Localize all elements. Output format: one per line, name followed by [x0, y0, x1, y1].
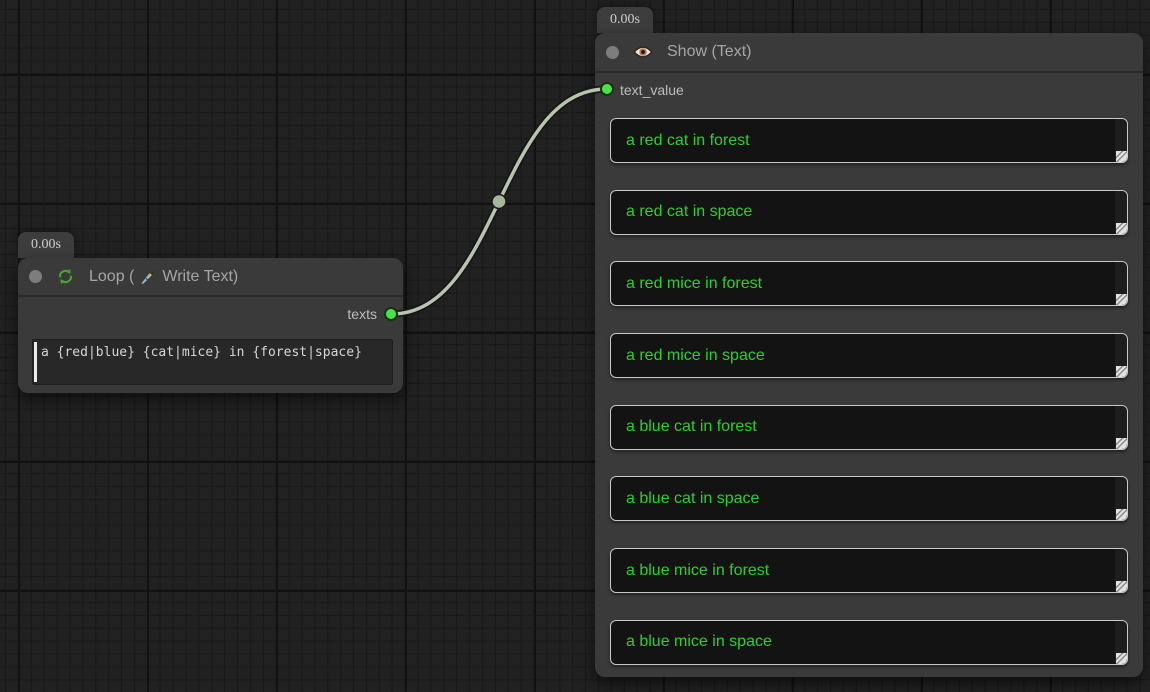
resize-grip-icon[interactable] — [1116, 653, 1127, 664]
node-status-dot[interactable] — [29, 270, 42, 283]
texts-to-text-value-wire[interactable] — [391, 89, 607, 314]
text-output-box[interactable]: a red mice in forest — [610, 261, 1128, 306]
output-text: a blue mice in space — [626, 633, 772, 651]
text-output-box[interactable]: a blue cat in space — [610, 476, 1128, 521]
resize-grip-icon[interactable] — [1116, 509, 1127, 520]
text-output-box[interactable]: a red cat in forest — [610, 118, 1128, 163]
output-text: a red cat in space — [626, 203, 752, 221]
output-text: a red mice in forest — [626, 275, 762, 293]
text-output-box[interactable]: a red cat in space — [610, 190, 1128, 235]
resize-grip-icon[interactable] — [1116, 294, 1127, 305]
output-text: a blue cat in forest — [626, 418, 757, 436]
show-node-title: Show (Text) — [667, 43, 751, 61]
text-caret — [34, 342, 37, 382]
eye-icon — [633, 45, 653, 59]
show-node-timing-badge: 0.00s — [597, 7, 653, 33]
text-value-input-label: text_value — [620, 82, 684, 98]
output-text: a red cat in forest — [626, 132, 750, 150]
resize-grip-icon[interactable] — [1116, 366, 1127, 377]
output-text: a blue mice in forest — [626, 562, 769, 580]
text-output-box[interactable]: a blue mice in space — [610, 620, 1128, 665]
resize-grip-icon[interactable] — [1116, 223, 1127, 234]
text-output-box[interactable]: a red mice in space — [610, 333, 1128, 378]
fountain-pen-icon — [140, 269, 156, 285]
loop-write-text-node[interactable]: Loop ( Write Text) texts a {red|blue} {c… — [18, 258, 403, 393]
node-status-dot[interactable] — [606, 46, 619, 59]
resize-grip-icon[interactable] — [1116, 438, 1127, 449]
loop-node-title: Loop ( Write Text) — [89, 268, 238, 286]
prompt-textarea[interactable]: a {red|blue} {cat|mice} in {forest|space… — [32, 339, 393, 385]
resize-grip-icon[interactable] — [1116, 151, 1127, 162]
recycle-icon — [56, 267, 75, 286]
output-text: a blue cat in space — [626, 490, 759, 508]
text-output-box[interactable]: a blue mice in forest — [610, 548, 1128, 593]
text-output-box[interactable]: a blue cat in forest — [610, 405, 1128, 450]
texts-output-label: texts — [347, 306, 377, 322]
loop-node-timing-badge: 0.00s — [18, 232, 74, 258]
wire-midpoint-dot[interactable] — [492, 195, 506, 209]
show-node-header[interactable]: Show (Text) — [595, 33, 1143, 73]
output-text: a red mice in space — [626, 347, 765, 365]
loop-node-header[interactable]: Loop ( Write Text) — [18, 258, 403, 297]
show-text-node[interactable]: Show (Text) text_value a red cat in fore… — [595, 33, 1143, 677]
resize-grip-icon[interactable] — [1116, 581, 1127, 592]
prompt-text: a {red|blue} {cat|mice} in {forest|space… — [41, 345, 362, 360]
show-node-outputs: a red cat in forest a red cat in space a… — [610, 118, 1128, 692]
